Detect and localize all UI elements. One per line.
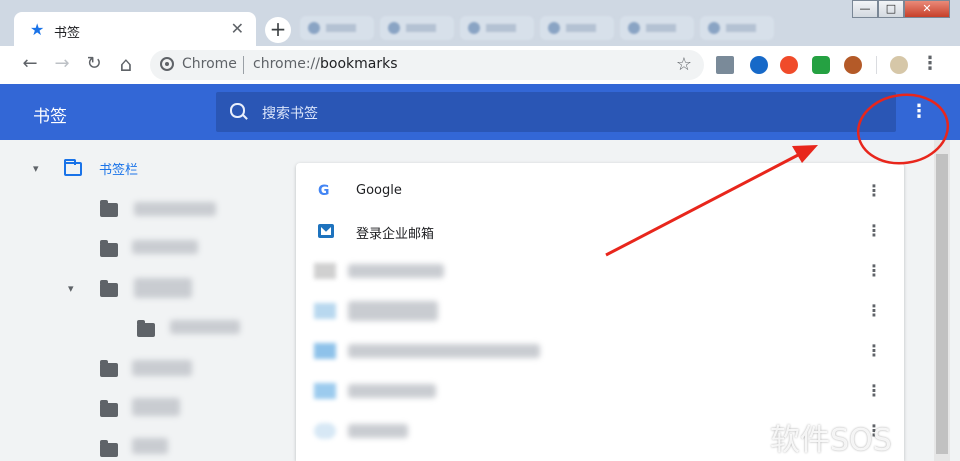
tab-close-icon[interactable]: ✕	[231, 19, 244, 38]
list-item[interactable]: ⋮	[296, 251, 904, 291]
bookmark-title-blurred	[348, 301, 438, 321]
chrome-menu-button[interactable]: ⋮	[920, 54, 940, 74]
bookmark-title-blurred	[348, 384, 436, 398]
background-tab[interactable]	[700, 16, 774, 40]
favicon-blurred	[314, 263, 336, 279]
background-tab[interactable]	[300, 16, 374, 40]
profile-avatar[interactable]	[890, 56, 908, 74]
more-actions-button[interactable]: ⋮	[866, 181, 882, 201]
forward-button[interactable]: →	[52, 54, 72, 74]
search-icon	[230, 103, 245, 118]
watermark: 软件SOS	[770, 423, 892, 458]
more-actions-button[interactable]: ⋮	[866, 341, 882, 361]
more-actions-button[interactable]: ⋮	[866, 381, 882, 401]
star-icon: ★	[30, 20, 45, 39]
maximize-button[interactable]: □	[878, 0, 904, 18]
address-toolbar: ← → ↻ ⌂ Chrome chrome://bookmarks ☆ ⋮	[0, 46, 960, 85]
favicon-blurred	[314, 343, 336, 359]
url-path: bookmarks	[320, 56, 398, 72]
back-button[interactable]: ←	[20, 54, 40, 74]
favicon-blurred	[314, 383, 336, 399]
omnibox[interactable]: Chrome chrome://bookmarks ☆	[150, 50, 704, 80]
omnibox-divider	[243, 56, 244, 74]
mail-icon	[318, 224, 334, 238]
list-item[interactable]: ⋮	[296, 371, 904, 411]
bookmark-star-icon[interactable]: ☆	[676, 54, 692, 75]
tree-item-blurred[interactable]	[132, 398, 180, 416]
minimize-button[interactable]: —	[852, 0, 878, 18]
monkey-extension-icon[interactable]	[844, 56, 862, 74]
omnibox-url[interactable]: chrome://bookmarks	[253, 56, 398, 72]
background-tab[interactable]	[460, 16, 534, 40]
folder-icon	[100, 440, 118, 457]
search-bookmarks-input[interactable]: 搜索书签	[216, 92, 896, 132]
folder-icon	[100, 360, 118, 377]
tree-item-blurred[interactable]	[134, 202, 216, 216]
more-actions-button[interactable]: ⋮	[866, 221, 882, 241]
list-item[interactable]: ⋮	[296, 291, 904, 331]
tab-title: 书签	[54, 26, 81, 41]
organize-menu-button[interactable]: ⋮	[910, 100, 928, 124]
omnibox-origin: Chrome	[182, 56, 237, 72]
home-button[interactable]: ⌂	[116, 54, 136, 74]
favicon-blurred	[314, 423, 336, 439]
list-item[interactable]: 登录企业邮箱 ⋮	[296, 211, 904, 251]
tree-item-blurred[interactable]	[132, 240, 198, 254]
more-actions-button[interactable]: ⋮	[866, 301, 882, 321]
background-tab[interactable]	[380, 16, 454, 40]
chrome-page-icon	[160, 57, 174, 71]
bookmark-title-blurred	[348, 424, 408, 438]
scrollbar-thumb[interactable]	[936, 154, 948, 454]
window-close-button[interactable]: ✕	[904, 0, 950, 18]
image-extension-icon[interactable]	[716, 56, 734, 74]
toolbar-divider	[876, 56, 877, 74]
new-tab-button[interactable]: +	[265, 17, 291, 43]
folder-icon	[100, 280, 118, 297]
expand-arrow-icon[interactable]: ▾	[68, 282, 74, 295]
reload-button[interactable]: ↻	[84, 54, 104, 74]
annotation-arrow-head	[792, 145, 818, 163]
folder-icon	[137, 320, 155, 337]
folder-icon	[100, 200, 118, 217]
folder-icon	[100, 240, 118, 257]
tree-item-blurred[interactable]	[132, 360, 192, 376]
background-tab[interactable]	[540, 16, 614, 40]
more-actions-button[interactable]: ⋮	[866, 261, 882, 281]
bookmark-title: 登录企业邮箱	[356, 227, 435, 242]
tab-strip: ★ 书签 ✕ + — □ ✕	[0, 0, 960, 48]
list-item[interactable]: G Google ⋮	[296, 171, 904, 211]
tree-item-blurred[interactable]	[170, 320, 240, 334]
search-placeholder: 搜索书签	[262, 106, 318, 122]
infinity-extension-icon[interactable]	[780, 56, 798, 74]
google-icon: G	[318, 183, 330, 199]
folder-open-icon	[64, 159, 82, 176]
list-item[interactable]: ⋮	[296, 331, 904, 371]
bookmark-title-blurred	[348, 264, 444, 278]
page-title: 书签	[33, 107, 67, 127]
bookmarks-header: 书签 搜索书签 ⋮	[0, 84, 960, 140]
favicon-blurred	[314, 303, 336, 319]
tab-bookmarks[interactable]: ★ 书签 ✕	[14, 12, 256, 48]
shield-extension-icon[interactable]	[812, 56, 830, 74]
tree-item-blurred[interactable]	[134, 278, 192, 298]
bookmark-title-blurred	[348, 344, 540, 358]
bookmark-title: Google	[356, 183, 402, 198]
background-tab[interactable]	[620, 16, 694, 40]
scrollbar[interactable]	[934, 140, 950, 461]
tree-item-bookmarks-bar[interactable]: 书签栏	[99, 159, 138, 178]
tree-item-blurred[interactable]	[132, 438, 168, 454]
expand-arrow-icon[interactable]: ▾	[33, 162, 39, 175]
v-extension-icon[interactable]	[750, 56, 768, 74]
folder-icon	[100, 400, 118, 417]
url-scheme: chrome://	[253, 56, 320, 72]
folder-tree: ▾ 书签栏 ▾	[0, 140, 290, 461]
